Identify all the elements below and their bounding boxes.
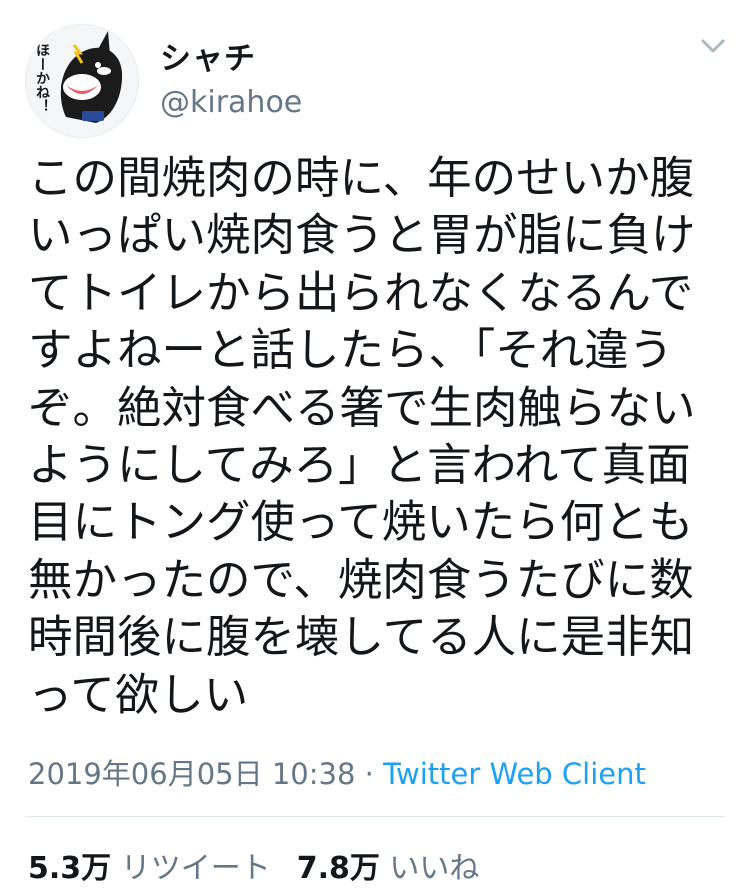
tweet-source-link[interactable]: Twitter Web Client <box>383 757 646 791</box>
tweet-stats: 5.3万 リツイート 7.8万 いいね <box>28 843 479 887</box>
avatar[interactable]: ほーかね！ <box>25 24 139 138</box>
retweets-stat[interactable]: 5.3万 リツイート <box>28 851 271 886</box>
likes-count: 7.8万 <box>296 851 380 886</box>
tweet-timestamp[interactable]: 2019年06月05日 10:38 <box>28 757 355 791</box>
tweet-line: って欲しい <box>28 669 249 721</box>
tweet-meta: 2019年06月05日 10:38 · Twitter Web Client <box>28 751 646 793</box>
chevron-down-icon[interactable] <box>700 36 726 56</box>
tweet-line: すよねーと話したら、「それ違う <box>28 325 674 377</box>
tweet-line: この間焼肉の時に、年のせいか腹 <box>28 153 695 204</box>
likes-label: いいね <box>389 851 480 886</box>
tweet-line: ようにしてみろ」と言われて真面 <box>28 440 691 492</box>
retweets-count: 5.3万 <box>28 851 112 886</box>
tweet-line: 時間後に腹を壊してる人に是非知 <box>28 612 695 664</box>
tweet-line: 目にトング使って焼いたら何とも <box>28 497 694 549</box>
tweet-line: てトイレから出られなくなるんで <box>28 267 694 319</box>
tweet-line: いっぱい焼肉食うと胃が脂に負け <box>28 210 696 262</box>
divider <box>25 816 725 817</box>
meta-separator: · <box>355 757 384 791</box>
tweet-line: 無かったので、焼肉食うたびに数 <box>28 554 694 606</box>
tweet-line: ぞ。絶対食べる箸で生肉触らない <box>28 382 696 434</box>
tweet-text: この間焼肉の時に、年のせいか腹 いっぱい焼肉食うと胃が脂に負け てトイレから出られな… <box>28 150 733 724</box>
author-handle[interactable]: @kirahoe <box>160 85 302 120</box>
retweets-label: リツイート <box>120 851 271 886</box>
author-display-name[interactable]: シャチ <box>160 33 256 78</box>
likes-stat[interactable]: 7.8万 いいね <box>297 851 480 886</box>
avatar-caption: ほーかね！ <box>34 43 50 113</box>
